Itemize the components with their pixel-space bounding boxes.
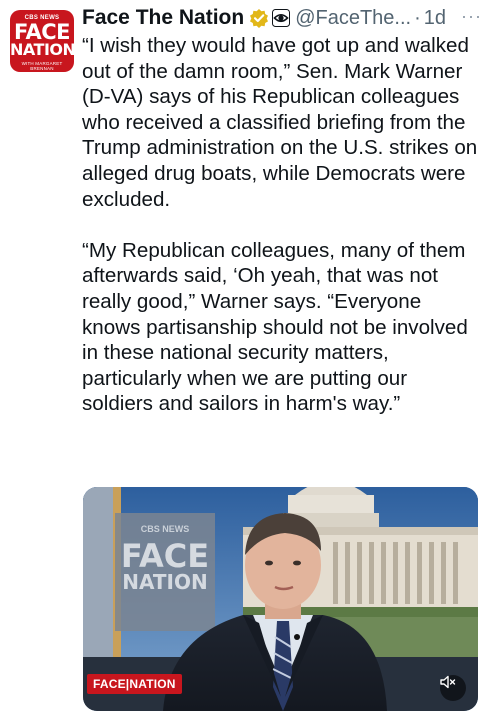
affiliate-eye-icon[interactable] [272,9,291,27]
video-player[interactable]: CBS NEWS FACE NATION FACE|NATION [83,487,478,711]
avatar-line2: NATION [10,40,74,59]
tweet-paragraph-2: “My Republican colleagues, many of them … [82,238,468,416]
avatar-subline: WITH MARGARET BRENNAN [21,61,63,71]
more-options-icon[interactable]: ··· [461,6,482,27]
avatar[interactable]: CBS NEWS FACE NATION WITH MARGARET BRENN… [10,10,74,72]
author-handle[interactable]: @FaceThe... [295,7,411,30]
timestamp[interactable]: 1d [424,7,446,30]
author-name[interactable]: Face The Nation [82,6,244,30]
speaker-muted-icon[interactable] [440,675,466,701]
tweet-paragraph-1: “I wish they would have got up and walke… [82,34,478,211]
tweet-header: Face The Nation @FaceThe... · 1d ··· [82,4,482,32]
face-nation-logo-bug: FACE|NATION [87,674,182,694]
separator-dot: · [414,6,421,29]
tweet[interactable]: CBS NEWS FACE NATION WITH MARGARET BRENN… [0,0,488,720]
backdrop-network: CBS NEWS [141,524,190,534]
avatar-line1: FACE [14,20,70,44]
tweet-text: “I wish they would have got up and walke… [82,33,482,417]
backdrop-line2: NATION [122,570,208,594]
verified-badge-icon[interactable] [249,8,269,28]
